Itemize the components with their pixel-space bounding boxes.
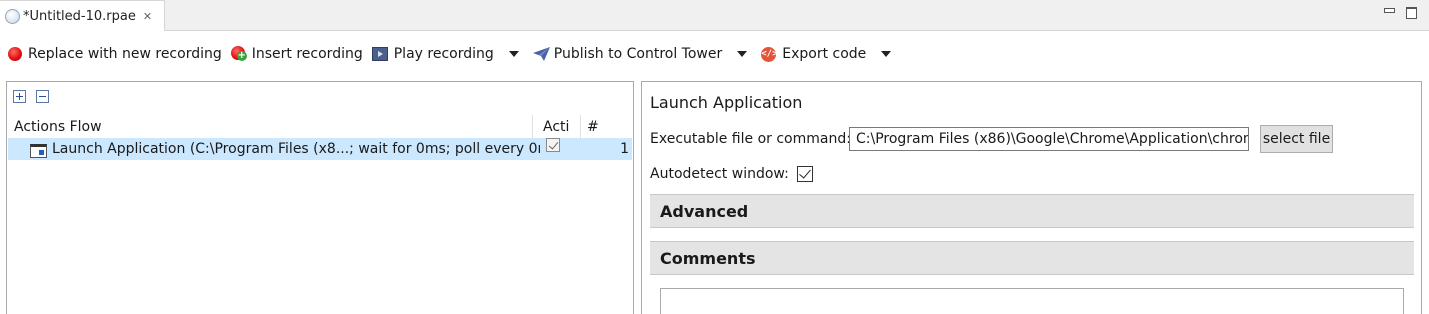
recording-toolbar: Replace with new recording Insert record…: [0, 38, 1429, 70]
action-number: 1: [620, 141, 629, 157]
properties-title: Launch Application: [650, 93, 803, 112]
executable-label: Executable file or command:: [650, 131, 851, 147]
table-row[interactable]: Launch Application (C:\Program Files (x8…: [8, 138, 632, 160]
tab-title: *Untitled-10.rpae: [23, 8, 136, 24]
file-icon: [5, 8, 20, 24]
column-active[interactable]: Acti: [533, 115, 581, 138]
editor-tab-strip: *Untitled-10.rpae ✕: [0, 0, 1429, 31]
publish-dropdown-arrow[interactable]: [737, 51, 748, 57]
expand-all-icon[interactable]: [13, 90, 26, 103]
export-code-button[interactable]: </> Export code: [761, 42, 866, 66]
action-properties-panel: Launch Application Executable file or co…: [641, 81, 1422, 314]
actions-table-header: Actions Flow Acti #: [7, 115, 633, 138]
advanced-section-header[interactable]: Advanced: [650, 194, 1414, 228]
record-icon: [8, 47, 22, 61]
comments-section-header[interactable]: Comments: [650, 241, 1414, 275]
insert-record-icon: [230, 46, 247, 62]
action-label: Launch Application (C:\Program Files (x8…: [52, 141, 540, 157]
active-checkbox[interactable]: [546, 138, 560, 152]
select-file-button[interactable]: select file: [1260, 125, 1333, 153]
close-icon[interactable]: ✕: [143, 11, 152, 22]
replace-recording-button[interactable]: Replace with new recording: [8, 42, 222, 66]
collapse-all-icon[interactable]: [36, 90, 49, 103]
executable-input[interactable]: [849, 127, 1249, 151]
actions-flow-panel: Actions Flow Acti # Launch Application (…: [6, 81, 634, 314]
play-icon: [371, 47, 388, 61]
column-actions-flow[interactable]: Actions Flow: [7, 115, 533, 138]
autodetect-checkbox[interactable]: [797, 166, 813, 182]
autodetect-label: Autodetect window:: [650, 166, 789, 182]
play-dropdown-arrow[interactable]: [508, 51, 519, 57]
publish-control-tower-button[interactable]: Publish to Control Tower: [532, 42, 722, 66]
comments-textarea[interactable]: [660, 288, 1404, 314]
tree-tools: [13, 90, 59, 103]
insert-recording-button[interactable]: Insert recording: [230, 42, 363, 66]
maximize-button[interactable]: [1406, 6, 1417, 19]
minimize-button[interactable]: [1384, 6, 1395, 16]
play-recording-button[interactable]: Play recording: [371, 42, 494, 66]
code-icon: </>: [761, 46, 778, 62]
window-app-icon: [30, 142, 47, 158]
export-dropdown-arrow[interactable]: [881, 51, 892, 57]
editor-tab[interactable]: *Untitled-10.rpae ✕: [0, 0, 165, 31]
paper-plane-icon: [532, 47, 550, 61]
column-number[interactable]: #: [581, 115, 629, 138]
